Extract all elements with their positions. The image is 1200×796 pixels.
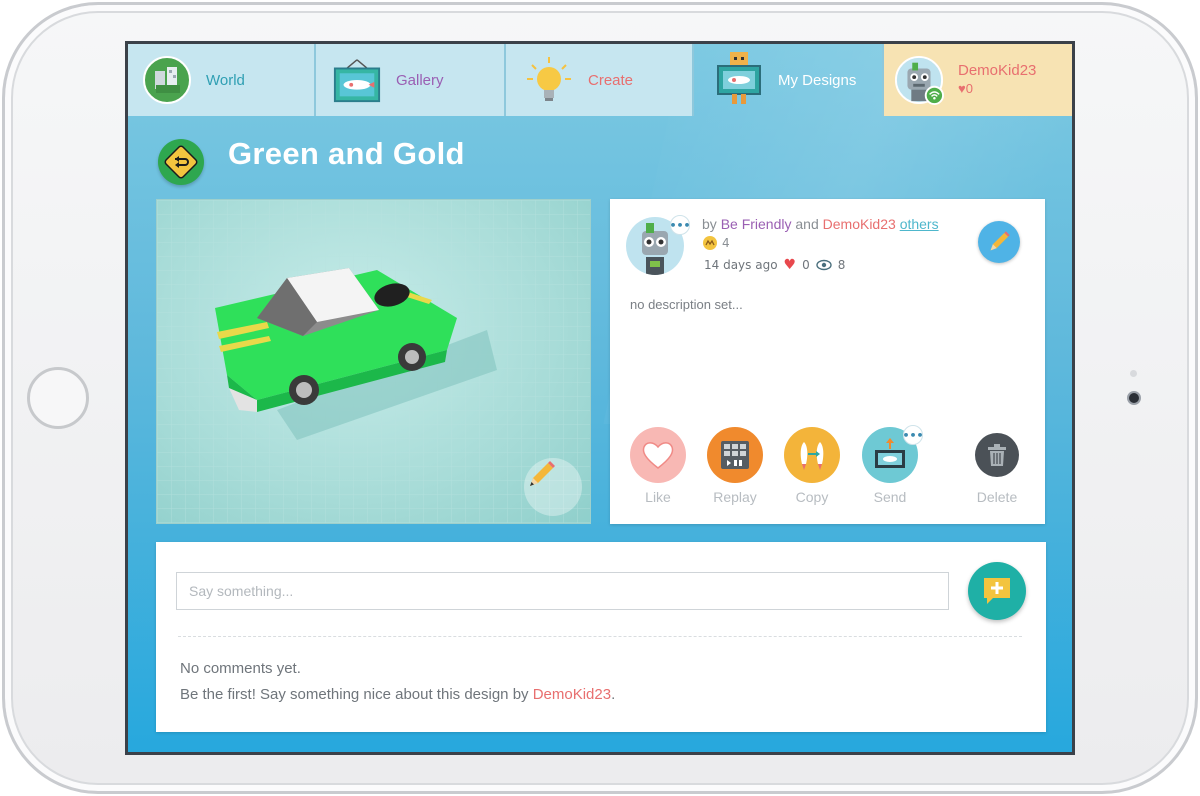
medal-count: 4 [702, 235, 730, 251]
eye-icon [816, 259, 832, 271]
page-title: Green and Gold [228, 136, 465, 171]
by-prefix: by [702, 216, 717, 232]
and-word: and [795, 216, 819, 232]
back-sign-icon [164, 145, 198, 179]
user-name: DemoKid23 [958, 62, 1037, 79]
gallery-frame-icon [332, 55, 382, 105]
tab-user-profile[interactable]: DemoKid23 ♥0 [884, 44, 1072, 116]
empty-author-link[interactable]: DemoKid23 [533, 686, 611, 703]
app: World Gallery Create My Designs DemoKid2… [128, 44, 1072, 752]
like-button[interactable] [630, 427, 686, 483]
design-meta: 14 days ago ♥ 0 8 [704, 257, 845, 273]
likes-count: 0 [802, 258, 810, 272]
design-preview[interactable] [156, 199, 591, 524]
author-secondary-link[interactable]: DemoKid23 [823, 216, 896, 232]
delete-button[interactable] [975, 433, 1019, 477]
copy-label: Copy [795, 489, 829, 505]
others-link[interactable]: others [900, 216, 939, 232]
tab-bar: World Gallery Create My Designs DemoKid2… [128, 44, 1072, 116]
author-more-button[interactable]: ••• [669, 215, 691, 235]
edit-info-button[interactable] [978, 221, 1020, 263]
rocket-copy-icon [800, 442, 824, 470]
like-action[interactable]: Like [626, 427, 690, 505]
user-avatar-icon [894, 55, 944, 105]
post-comment-button[interactable] [968, 562, 1026, 620]
comments-panel: No comments yet. Be the first! Say somet… [156, 542, 1046, 732]
world-globe-icon [142, 55, 192, 105]
light-sensor [1130, 370, 1137, 377]
delete-label: Delete [976, 489, 1018, 505]
delete-action[interactable]: Delete [965, 427, 1029, 505]
replay-action[interactable]: Replay [703, 427, 767, 505]
copy-button[interactable] [784, 427, 840, 483]
trash-icon [988, 444, 1006, 466]
robot-frame-icon [714, 52, 764, 105]
byline: by Be Friendly and DemoKid23 others [702, 216, 939, 232]
design-description: no description set... [630, 297, 743, 312]
empty-prompt-period: . [611, 686, 616, 703]
heart-icon [642, 442, 674, 469]
user-likes-count: 0 [965, 81, 973, 96]
medal-icon [703, 236, 717, 250]
replay-button[interactable] [707, 427, 763, 483]
design-age: 14 days ago [704, 258, 778, 272]
tab-gallery[interactable]: Gallery [316, 44, 506, 116]
tab-my-designs[interactable]: My Designs [694, 44, 884, 116]
author-primary-link[interactable]: Be Friendly [721, 216, 792, 232]
copy-action[interactable]: Copy [780, 427, 844, 505]
heart-icon: ♥ [783, 257, 797, 273]
comment-add-icon [984, 578, 1010, 604]
user-likes: ♥0 [958, 80, 1036, 98]
comments-divider [178, 636, 1022, 637]
like-label: Like [645, 489, 671, 505]
heart-icon: ♥ [958, 81, 966, 96]
replay-grid-icon [721, 441, 749, 469]
empty-comments: No comments yet. Be the first! Say somet… [180, 656, 615, 708]
tab-create-label: Create [588, 71, 634, 89]
tab-world-label: World [206, 71, 245, 89]
back-button[interactable] [158, 139, 204, 185]
tab-gallery-label: Gallery [396, 71, 444, 89]
comment-input[interactable] [176, 572, 949, 610]
design-info-card: ••• by Be Friendly and DemoKid23 others … [610, 199, 1045, 524]
medal-count-value: 4 [722, 236, 730, 250]
empty-comments-title: No comments yet. [180, 660, 301, 677]
replay-label: Replay [713, 489, 757, 505]
send-more-button[interactable]: ••• [902, 425, 924, 445]
tab-world[interactable]: World [128, 44, 316, 116]
home-button [27, 367, 89, 429]
empty-prompt-text: Be the first! Say something nice about t… [180, 686, 529, 703]
send-frame-icon [875, 438, 905, 468]
edit-model-button[interactable] [524, 458, 582, 516]
screen: World Gallery Create My Designs DemoKid2… [125, 41, 1075, 755]
views-count: 8 [837, 258, 846, 272]
pencil-icon [990, 231, 1010, 251]
tab-my-designs-label: My Designs [778, 71, 857, 89]
lightbulb-icon [524, 55, 574, 105]
empty-comments-prompt: Be the first! Say something nice about t… [180, 682, 615, 708]
send-label: Send [873, 489, 907, 505]
tab-create[interactable]: Create [506, 44, 694, 116]
camera [1127, 391, 1141, 405]
pencil-icon [530, 461, 555, 486]
